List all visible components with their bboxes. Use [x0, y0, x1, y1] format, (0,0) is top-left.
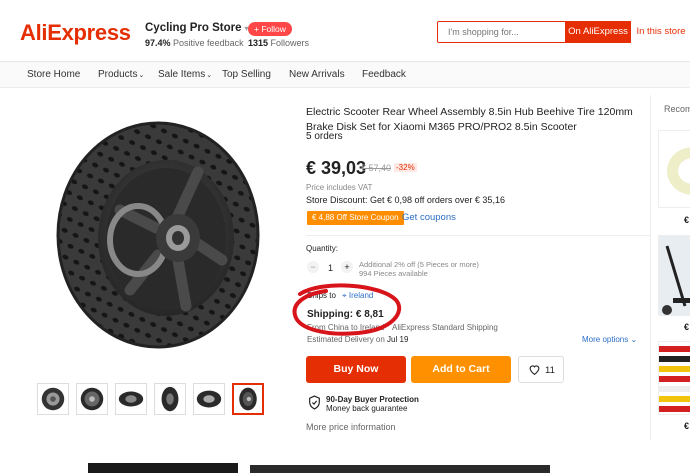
- ship-from: From China to Ireland: [307, 323, 385, 332]
- buyer-protection-title: 90-Day Buyer Protection: [326, 395, 419, 404]
- ships-to-label: Ships to: [307, 291, 336, 300]
- feedback-label: Positive feedback: [173, 38, 244, 48]
- wishlist-count: 11: [545, 365, 555, 376]
- wishlist-button[interactable]: 11: [518, 356, 564, 383]
- aliexpress-logo[interactable]: AliExpress: [20, 20, 131, 46]
- nav-label: New Arrivals: [289, 69, 345, 80]
- followers-label: Followers: [270, 38, 310, 48]
- store-header: AliExpress Cycling Pro Store ▾ 97.4% Posi…: [0, 0, 690, 62]
- vat-note: Price includes VAT: [306, 183, 373, 192]
- thumbnail[interactable]: [115, 383, 147, 415]
- nav-label: Products: [98, 69, 138, 80]
- recommended-price: €: [684, 215, 690, 225]
- store-nav: Store Home Products⌄ Sale Items⌄ Top Sel…: [0, 62, 690, 88]
- thumbnail[interactable]: [76, 383, 108, 415]
- search-box: On AliExpress In this store: [437, 21, 690, 43]
- bulk-discount-note: Additional 2% off (5 Pieces or more): [359, 260, 479, 269]
- product-title: Electric Scooter Rear Wheel Assembly 8.5…: [306, 106, 633, 133]
- followers: 1315 Followers: [248, 38, 309, 48]
- nav-label: Sale Items: [158, 69, 206, 80]
- estimated-delivery: Estimated Delivery on Jul 19: [307, 335, 408, 344]
- nav-feedback[interactable]: Feedback: [362, 69, 406, 80]
- add-to-cart-button[interactable]: Add to Cart: [411, 356, 511, 383]
- store-feedback: 97.4% Positive feedback: [145, 38, 244, 48]
- discount-badge: -32%: [394, 163, 417, 172]
- search-input[interactable]: [438, 22, 565, 42]
- divider: [306, 235, 650, 236]
- recommended-item[interactable]: [658, 130, 690, 208]
- order-count: 5 orders: [306, 131, 343, 142]
- bottom-image-strip: [0, 461, 690, 473]
- nav-new-arrivals[interactable]: New Arrivals: [289, 69, 345, 80]
- follow-button[interactable]: + Follow: [248, 22, 292, 36]
- chevron-down-icon: ⌄: [206, 72, 213, 79]
- search-store-button[interactable]: In this store: [631, 21, 690, 43]
- divider: [650, 95, 651, 440]
- followers-count: 1315: [248, 38, 269, 48]
- feedback-percent: 97.4%: [145, 38, 171, 48]
- search-aliexpress-button[interactable]: On AliExpress: [565, 21, 631, 43]
- location-pin-icon: ⌖: [342, 291, 347, 300]
- nav-label: Top Selling: [222, 69, 271, 80]
- recommended-label: Recomm: [664, 104, 690, 114]
- recommended-price: €: [684, 322, 690, 332]
- buy-now-button[interactable]: Buy Now: [306, 356, 406, 383]
- ships-to: Ships to ⌖ Ireland: [307, 291, 373, 301]
- current-price: € 39,03: [306, 158, 367, 178]
- buyer-protection-subtitle: Money back guarantee: [326, 404, 408, 413]
- shield-check-icon: [309, 395, 320, 410]
- quantity-value[interactable]: 1: [328, 263, 333, 273]
- store-name-label: Cycling Pro Store: [145, 22, 242, 34]
- nav-products[interactable]: Products⌄: [98, 69, 144, 80]
- get-coupons-link[interactable]: Get coupons: [402, 212, 456, 223]
- nav-label: Feedback: [362, 69, 406, 80]
- recommended-item[interactable]: [658, 235, 690, 316]
- wheel-image: [56, 121, 260, 349]
- heart-icon: [529, 365, 540, 376]
- quantity-note: Additional 2% off (5 Pieces or more) 994…: [359, 260, 489, 278]
- recommended-price: €: [684, 421, 690, 431]
- shipping-cost: Shipping: € 8,81: [307, 309, 384, 320]
- nav-store-home[interactable]: Store Home: [27, 69, 80, 80]
- more-shipping-options[interactable]: More options ⌄: [582, 335, 637, 344]
- delivery-label: Estimated Delivery on: [307, 335, 385, 344]
- quantity-label: Quantity:: [306, 244, 339, 253]
- nav-sale-items[interactable]: Sale Items⌄: [158, 69, 212, 80]
- original-price: € 57,40: [361, 163, 392, 173]
- store-discount: Store Discount: Get € 0,98 off orders ov…: [306, 195, 505, 205]
- delivery-date: Jul 19: [387, 335, 409, 344]
- nav-top-selling[interactable]: Top Selling: [222, 69, 271, 80]
- thumbnail-active[interactable]: [232, 383, 264, 415]
- stock-available: 994 Pieces available: [359, 269, 428, 278]
- store-coupon-tag[interactable]: € 4,88 Off Store Coupon: [307, 211, 404, 225]
- more-options-label: More options: [582, 335, 629, 344]
- thumbnail[interactable]: [154, 383, 186, 415]
- quantity-increase-button[interactable]: +: [341, 261, 353, 273]
- store-name[interactable]: Cycling Pro Store ▾: [145, 22, 249, 34]
- thumbnail[interactable]: [37, 383, 69, 415]
- chevron-down-icon: ⌄: [138, 72, 145, 79]
- recommended-item[interactable]: [658, 341, 690, 415]
- shipping-method: AliExpress Standard Shipping: [392, 323, 498, 332]
- product-main-image[interactable]: [48, 110, 268, 360]
- ships-to-country: Ireland: [348, 291, 374, 300]
- more-price-info-link[interactable]: More price information: [306, 422, 396, 432]
- quantity-decrease-button[interactable]: −: [307, 261, 319, 273]
- thumbnail[interactable]: [193, 383, 225, 415]
- chevron-down-icon: ⌄: [630, 335, 638, 344]
- ships-to-location[interactable]: ⌖ Ireland: [342, 291, 373, 300]
- nav-label: Store Home: [27, 69, 81, 80]
